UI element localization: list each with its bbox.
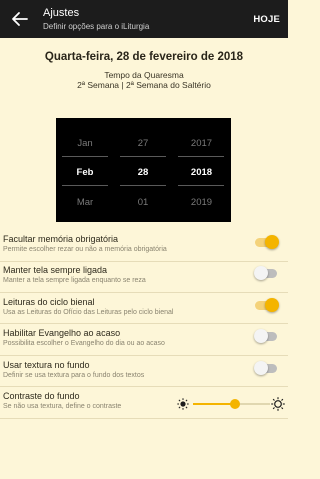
toggle-knob [254, 266, 268, 280]
slider-track[interactable] [193, 399, 270, 409]
toggle-knob [254, 329, 268, 343]
sun-small-icon [177, 398, 189, 410]
month-prev[interactable]: Jan [56, 138, 114, 149]
toggle-knob [254, 361, 268, 375]
setting-label: Usar textura no fundo [3, 360, 90, 370]
day-current[interactable]: 28 [114, 167, 172, 178]
sun-large-icon [271, 397, 285, 411]
current-date: Quarta-feira, 28 de fevereiro de 2018 [44, 51, 244, 63]
contrast-slider[interactable] [177, 396, 285, 412]
setting-description: Se não usa textura, define o contraste [3, 403, 122, 410]
picker-divider [62, 156, 108, 157]
toggle-knob [265, 298, 279, 312]
day-wheel[interactable]: 27 28 01 [114, 118, 172, 222]
screen-on-toggle[interactable] [254, 266, 279, 280]
picker-divider [178, 185, 224, 186]
liturgical-season: Tempo da Quaresma [104, 70, 184, 80]
year-prev[interactable]: 2017 [172, 138, 231, 149]
app-title: Ajustes [43, 7, 80, 19]
setting-description: Manter a tela sempre ligada enquanto se … [3, 277, 146, 284]
toggle-knob [265, 235, 279, 249]
setting-label: Habilitar Evangelho ao acaso [3, 328, 121, 338]
date-picker[interactable]: Jan Feb Mar 27 28 01 2017 2018 2019 [56, 118, 231, 222]
year-next[interactable]: 2019 [172, 197, 231, 208]
setting-label: Facultar memória obrigatória [3, 234, 119, 244]
setting-row-bienal[interactable]: Leituras do ciclo bienal Usa as Leituras… [0, 293, 288, 324]
texture-toggle[interactable] [254, 361, 279, 375]
slider-thumb[interactable] [230, 399, 241, 409]
setting-description: Usa as Leituras do Ofício das Leituras p… [3, 309, 174, 316]
memoria-toggle[interactable] [255, 235, 279, 249]
liturgical-week: 2ª Semana | 2ª Semana do Saltério [77, 80, 211, 90]
app-bar: Ajustes Definir opções para o iLiturgia … [0, 0, 288, 38]
back-arrow-icon[interactable] [10, 9, 30, 29]
picker-divider [62, 185, 108, 186]
month-current[interactable]: Feb [56, 167, 114, 178]
picker-divider [178, 156, 224, 157]
picker-divider [120, 185, 166, 186]
app-subtitle: Definir opções para o iLiturgia [43, 22, 150, 31]
random-gospel-toggle[interactable] [254, 329, 279, 343]
picker-divider [120, 156, 166, 157]
biennial-cycle-toggle[interactable] [255, 298, 279, 312]
setting-label: Leituras do ciclo bienal [3, 297, 95, 307]
month-next[interactable]: Mar [56, 197, 114, 208]
slider-fill [193, 403, 236, 405]
today-button[interactable]: HOJE [253, 14, 280, 25]
setting-description: Permite escolher rezar ou não a memória … [3, 246, 167, 253]
year-wheel[interactable]: 2017 2018 2019 [172, 118, 231, 222]
month-wheel[interactable]: Jan Feb Mar [56, 118, 114, 222]
day-next[interactable]: 01 [114, 197, 172, 208]
setting-row-textura[interactable]: Usar textura no fundo Definir se usa tex… [0, 356, 288, 387]
setting-row-memoria[interactable]: Facultar memória obrigatória Permite esc… [0, 230, 288, 262]
setting-description: Possibilita escolher o Evangelho do dia … [3, 340, 165, 347]
setting-description: Definir se usa textura para o fundo dos … [3, 372, 145, 379]
day-prev[interactable]: 27 [114, 138, 172, 149]
setting-row-evangelho[interactable]: Habilitar Evangelho ao acaso Possibilita… [0, 324, 288, 356]
setting-row-tela[interactable]: Manter tela sempre ligada Manter a tela … [0, 262, 288, 293]
setting-label: Contraste do fundo [3, 391, 80, 401]
setting-label: Manter tela sempre ligada [3, 265, 108, 275]
year-current[interactable]: 2018 [172, 167, 231, 178]
